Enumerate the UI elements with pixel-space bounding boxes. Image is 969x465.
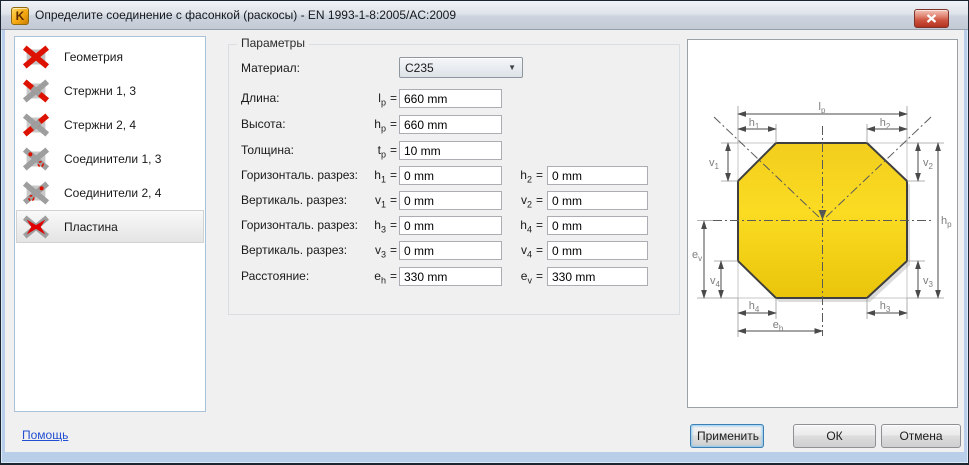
dim-label-h3: h3	[880, 300, 891, 314]
eh-input[interactable]	[399, 267, 502, 286]
sidebar-item-label: Стержни 2, 4	[64, 117, 137, 132]
connectors-2-4-icon	[22, 180, 50, 205]
cancel-button[interactable]: Отмена	[881, 424, 961, 448]
h4-symbol: h4 =	[520, 218, 543, 235]
thickness-input[interactable]	[399, 141, 502, 160]
preview-panel: lp h1 h2 v1 v2 hp ev v4 v3 h4 h3 eh	[687, 39, 958, 408]
group-title: Параметры	[237, 36, 309, 50]
dim-label-h1: h1	[749, 117, 760, 131]
v2-symbol: v2 =	[520, 193, 543, 210]
dim-label-eh: eh	[773, 319, 784, 333]
sidebar-list: Геометрия Стержни 1, 3 Стержни 2, 4 Соед…	[14, 36, 206, 412]
thickness-symbol: tp =	[377, 143, 397, 160]
length-row: Длина: lp =	[229, 89, 679, 109]
height-label: Высота:	[241, 117, 286, 131]
dim-label-v2: v2	[923, 157, 934, 171]
dim-label-lp: lp	[819, 101, 826, 115]
vertical-cut-1-2-row: Вертикаль. разрез: v1= v2=	[229, 191, 679, 211]
geometry-braces-icon	[22, 44, 50, 69]
window-title: Определите соединение с фасонкой (раскос…	[35, 8, 457, 22]
h1-input[interactable]	[399, 166, 502, 185]
ok-button[interactable]: ОК	[793, 424, 876, 448]
sidebar-item-connectors-2-4[interactable]: Соединители 2, 4	[16, 176, 204, 209]
h1-symbol: h1 =	[374, 168, 397, 185]
sidebar-item-members-1-3[interactable]: Стержни 1, 3	[16, 74, 204, 107]
vertical-cut-3-4-row: Вертикаль. разрез: v3= v4=	[229, 241, 679, 261]
thickness-label: Толщина:	[241, 143, 295, 157]
sidebar-item-connectors-1-3[interactable]: Соединители 1, 3	[16, 142, 204, 175]
length-symbol: lp =	[378, 91, 397, 108]
close-icon	[926, 14, 937, 23]
length-label: Длина:	[241, 91, 280, 105]
v1-symbol: v1 =	[374, 193, 397, 210]
ev-symbol: ev =	[520, 269, 543, 286]
vertical-cut-label-2: Вертикаль. разрез:	[241, 243, 348, 257]
h2-symbol: h2 =	[520, 168, 543, 185]
dim-label-h4: h4	[749, 300, 760, 314]
dim-label-hp: hp	[941, 215, 952, 229]
braces-1-3-icon	[22, 78, 50, 103]
help-link[interactable]: Помощь	[22, 428, 68, 442]
sidebar-item-geometry[interactable]: Геометрия	[16, 40, 204, 73]
dim-label-v1: v1	[709, 157, 720, 171]
parameters-group: Параметры Материал: C235 ▼ Длина: lp= Вы…	[228, 36, 680, 315]
app-icon: K	[11, 7, 29, 25]
close-button[interactable]	[914, 9, 949, 28]
sidebar-item-label: Пластина	[64, 219, 118, 234]
distance-row: Расстояние: eh= ev=	[229, 267, 679, 287]
dim-label-ev: ev	[692, 249, 702, 263]
sidebar-item-label: Соединители 2, 4	[64, 185, 162, 200]
titlebar[interactable]: K Определите соединение с фасонкой (раск…	[1, 1, 968, 30]
height-row: Высота: hp =	[229, 115, 679, 135]
v4-symbol: v4 =	[520, 243, 543, 260]
plate-diagram: lp h1 h2 v1 v2 hp ev v4 v3 h4 h3 eh	[692, 101, 952, 337]
vertical-cut-label: Вертикаль. разрез:	[241, 193, 348, 207]
material-label: Материал:	[241, 61, 300, 75]
thickness-row: Толщина: tp =	[229, 141, 679, 161]
dim-label-h2: h2	[880, 117, 891, 131]
ev-input[interactable]	[547, 267, 648, 286]
horizontal-cut-label: Горизонталь. разрез:	[241, 168, 359, 182]
v1-input[interactable]	[399, 191, 502, 210]
v2-input[interactable]	[547, 191, 648, 210]
sidebar-item-label: Соединители 1, 3	[64, 151, 162, 166]
dialog-client-area: Геометрия Стержни 1, 3 Стержни 2, 4 Соед…	[5, 30, 964, 452]
dialog-window: K Определите соединение с фасонкой (раск…	[0, 0, 969, 465]
h3-symbol: h3 =	[374, 218, 397, 235]
dropdown-arrow-icon: ▼	[508, 63, 516, 72]
sidebar-item-members-2-4[interactable]: Стержни 2, 4	[16, 108, 204, 141]
eh-symbol: eh =	[374, 269, 397, 286]
height-symbol: hp =	[374, 117, 397, 134]
horizontal-cut-1-2-row: Горизонталь. разрез: h1= h2=	[229, 166, 679, 186]
dim-label-v4: v4	[710, 275, 721, 289]
horizontal-cut-3-4-row: Горизонталь. разрез: h3= h4=	[229, 216, 679, 236]
sidebar-item-label: Геометрия	[64, 49, 123, 64]
sidebar-item-label: Стержни 1, 3	[64, 83, 137, 98]
h2-input[interactable]	[547, 166, 648, 185]
horizontal-cut-label-2: Горизонталь. разрез:	[241, 218, 359, 232]
apply-button[interactable]: Применить	[690, 424, 764, 448]
material-value: C235	[405, 60, 434, 75]
v3-symbol: v3 =	[374, 243, 397, 260]
distance-label: Расстояние:	[241, 269, 310, 283]
sidebar-item-plate[interactable]: Пластина	[16, 210, 204, 243]
plate-icon	[22, 214, 50, 239]
v3-input[interactable]	[399, 241, 502, 260]
dim-label-v3: v3	[923, 275, 934, 289]
connectors-1-3-icon	[22, 146, 50, 171]
material-row: Материал: C235 ▼	[229, 57, 679, 79]
braces-2-4-icon	[22, 112, 50, 137]
h3-input[interactable]	[399, 216, 502, 235]
height-input[interactable]	[399, 115, 502, 134]
length-input[interactable]	[399, 89, 502, 108]
h4-input[interactable]	[547, 216, 648, 235]
material-combobox[interactable]: C235 ▼	[399, 57, 523, 78]
v4-input[interactable]	[547, 241, 648, 260]
